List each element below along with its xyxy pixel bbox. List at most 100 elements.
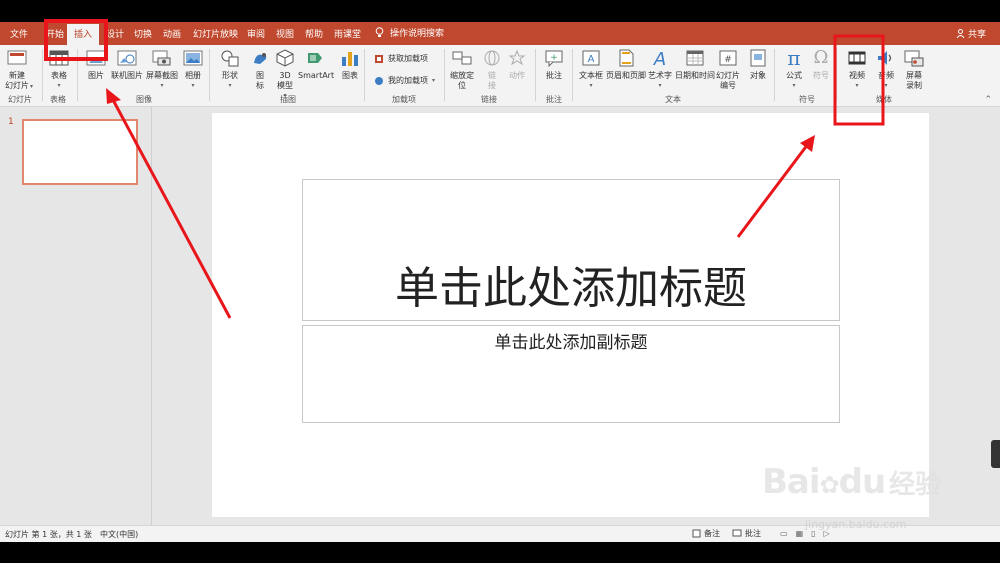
group-separator: [572, 49, 573, 101]
normal-view-icon[interactable]: ▭: [780, 529, 788, 538]
tab-rain-classroom[interactable]: 雨课堂: [334, 27, 361, 40]
side-panel-handle[interactable]: [991, 440, 1000, 468]
thumbnail-number: 1: [8, 117, 14, 127]
lightbulb-icon: [375, 27, 384, 37]
title-placeholder-text: 单击此处添加标题: [395, 263, 747, 314]
comment-icon: [732, 529, 742, 537]
screenshot-icon: [151, 47, 173, 69]
picture-button[interactable]: 图片: [85, 47, 107, 81]
slide-thumbnail[interactable]: [22, 119, 138, 185]
addin-icon: [375, 76, 383, 85]
group-separator: [364, 49, 365, 101]
chart-icon: [339, 47, 361, 69]
group-label-media: 媒体: [876, 95, 892, 104]
film-strip-icon: [846, 47, 868, 69]
table-button[interactable]: 表格 ▾: [48, 47, 70, 91]
notes-button[interactable]: 备注: [692, 528, 720, 539]
comment-icon: +: [543, 47, 565, 69]
header-footer-button[interactable]: 页眉和页脚: [606, 47, 646, 81]
tab-insert[interactable]: 插入: [67, 24, 100, 45]
slide-number-button[interactable]: # 幻灯片 编号: [716, 47, 740, 91]
group-label-text: 文本: [665, 95, 681, 104]
tell-me-label: 操作说明搜索: [390, 29, 445, 39]
title-placeholder[interactable]: 单击此处添加标题: [302, 179, 840, 321]
group-separator: [42, 49, 43, 101]
cube-icon: [274, 47, 296, 69]
audio-button[interactable]: 音频 ▾: [875, 47, 897, 91]
group-separator: [77, 49, 78, 101]
comment-button[interactable]: + 批注: [543, 47, 565, 81]
tab-slideshow[interactable]: 幻灯片放映: [193, 27, 238, 40]
object-button[interactable]: 对象: [747, 47, 769, 81]
tab-design[interactable]: 设计: [106, 27, 124, 40]
symbol-button[interactable]: Ω 符号: [810, 47, 832, 81]
baidu-watermark: Bai✿du 经验: [762, 462, 941, 502]
zoom-button[interactable]: 缩放定 位: [450, 47, 474, 91]
icons-button[interactable]: 图 标: [249, 47, 271, 91]
share-button[interactable]: 共享: [956, 27, 986, 40]
slide-count-status: 幻灯片 第 1 张，共 1 张: [5, 530, 92, 539]
equation-button[interactable]: π 公式 ▾: [783, 47, 805, 91]
shapes-icon: [219, 47, 241, 69]
group-label-slides: 幻灯片: [8, 95, 32, 104]
wordart-icon: A: [649, 47, 671, 69]
online-picture-button[interactable]: 联机图片: [111, 47, 143, 81]
group-separator: [444, 49, 445, 101]
get-addins-button[interactable]: 获取加载项: [374, 53, 428, 64]
tab-view[interactable]: 视图: [276, 27, 294, 40]
zoom-icon: [451, 47, 473, 69]
tab-animations[interactable]: 动画: [163, 27, 181, 40]
slide-canvas[interactable]: 单击此处添加标题 单击此处添加副标题: [212, 113, 929, 517]
group-label-addins: 加载项: [392, 95, 416, 104]
table-icon: [48, 47, 70, 69]
notes-icon: [692, 529, 701, 538]
tab-home[interactable]: 开始: [46, 27, 64, 40]
chart-button[interactable]: 图表: [339, 47, 361, 81]
comments-button[interactable]: 批注: [732, 528, 761, 539]
omega-icon: Ω: [813, 47, 829, 68]
group-label-comments: 批注: [546, 95, 562, 104]
link-icon: [481, 47, 503, 69]
group-separator: [836, 49, 837, 101]
wordart-button[interactable]: A 艺术字 ▾: [648, 47, 672, 91]
group-separator: [535, 49, 536, 101]
group-separator: [209, 49, 210, 101]
screenshot-button[interactable]: 屏幕截图 ▾: [146, 47, 178, 91]
action-button[interactable]: 动作: [506, 47, 528, 81]
datetime-button[interactable]: 日期和时间: [675, 47, 715, 81]
tab-review[interactable]: 审阅: [247, 27, 265, 40]
tell-me-search[interactable]: 操作说明搜索: [375, 26, 444, 39]
store-icon: [375, 54, 383, 63]
link-button[interactable]: 链 接: [481, 47, 503, 91]
album-button[interactable]: 相册 ▾: [182, 47, 204, 91]
slide-sorter-icon[interactable]: ▦: [796, 529, 804, 538]
tab-transitions[interactable]: 切换: [134, 27, 152, 40]
screen-recording-button[interactable]: 屏幕 录制: [903, 47, 925, 91]
video-button[interactable]: 视频 ▾: [846, 47, 868, 91]
smartart-button[interactable]: SmartArt: [298, 47, 334, 81]
collapse-ribbon-icon[interactable]: ⌃: [984, 95, 992, 105]
group-label-links: 链接: [481, 95, 497, 104]
new-slide-caret[interactable]: ▾: [30, 83, 33, 90]
speaker-icon: [875, 47, 897, 69]
new-slide-button[interactable]: 新建 幻灯片: [5, 47, 29, 91]
header-footer-icon: [615, 47, 637, 69]
subtitle-placeholder-text: 单击此处添加副标题: [494, 333, 648, 353]
ribbon-insert: 新建 幻灯片 ▾ 幻灯片 表格 ▾ 表格 图片 联机图片 屏幕截图 ▾ 相册 ▾…: [0, 45, 1000, 107]
textbox-button[interactable]: A 文本框 ▾: [579, 47, 603, 91]
watermark-logo-text: Bai✿du: [762, 462, 886, 502]
pi-icon: π: [787, 46, 801, 70]
share-label: 共享: [967, 30, 986, 40]
group-label-symbols: 符号: [799, 95, 815, 104]
3d-model-button[interactable]: 3D 模型 ▾: [274, 47, 296, 101]
tab-help[interactable]: 帮助: [305, 27, 323, 40]
top-letterbox: [0, 0, 1000, 22]
tab-file[interactable]: 文件: [10, 27, 28, 40]
language-status[interactable]: 中文(中国): [100, 529, 138, 540]
svg-text:A: A: [653, 49, 666, 67]
my-addins-button[interactable]: 我的加载项 ▾: [374, 75, 435, 86]
subtitle-placeholder[interactable]: 单击此处添加副标题: [302, 325, 840, 423]
screen-record-icon: [903, 47, 925, 69]
group-separator: [774, 49, 775, 101]
shapes-button[interactable]: 形状 ▾: [219, 47, 241, 91]
